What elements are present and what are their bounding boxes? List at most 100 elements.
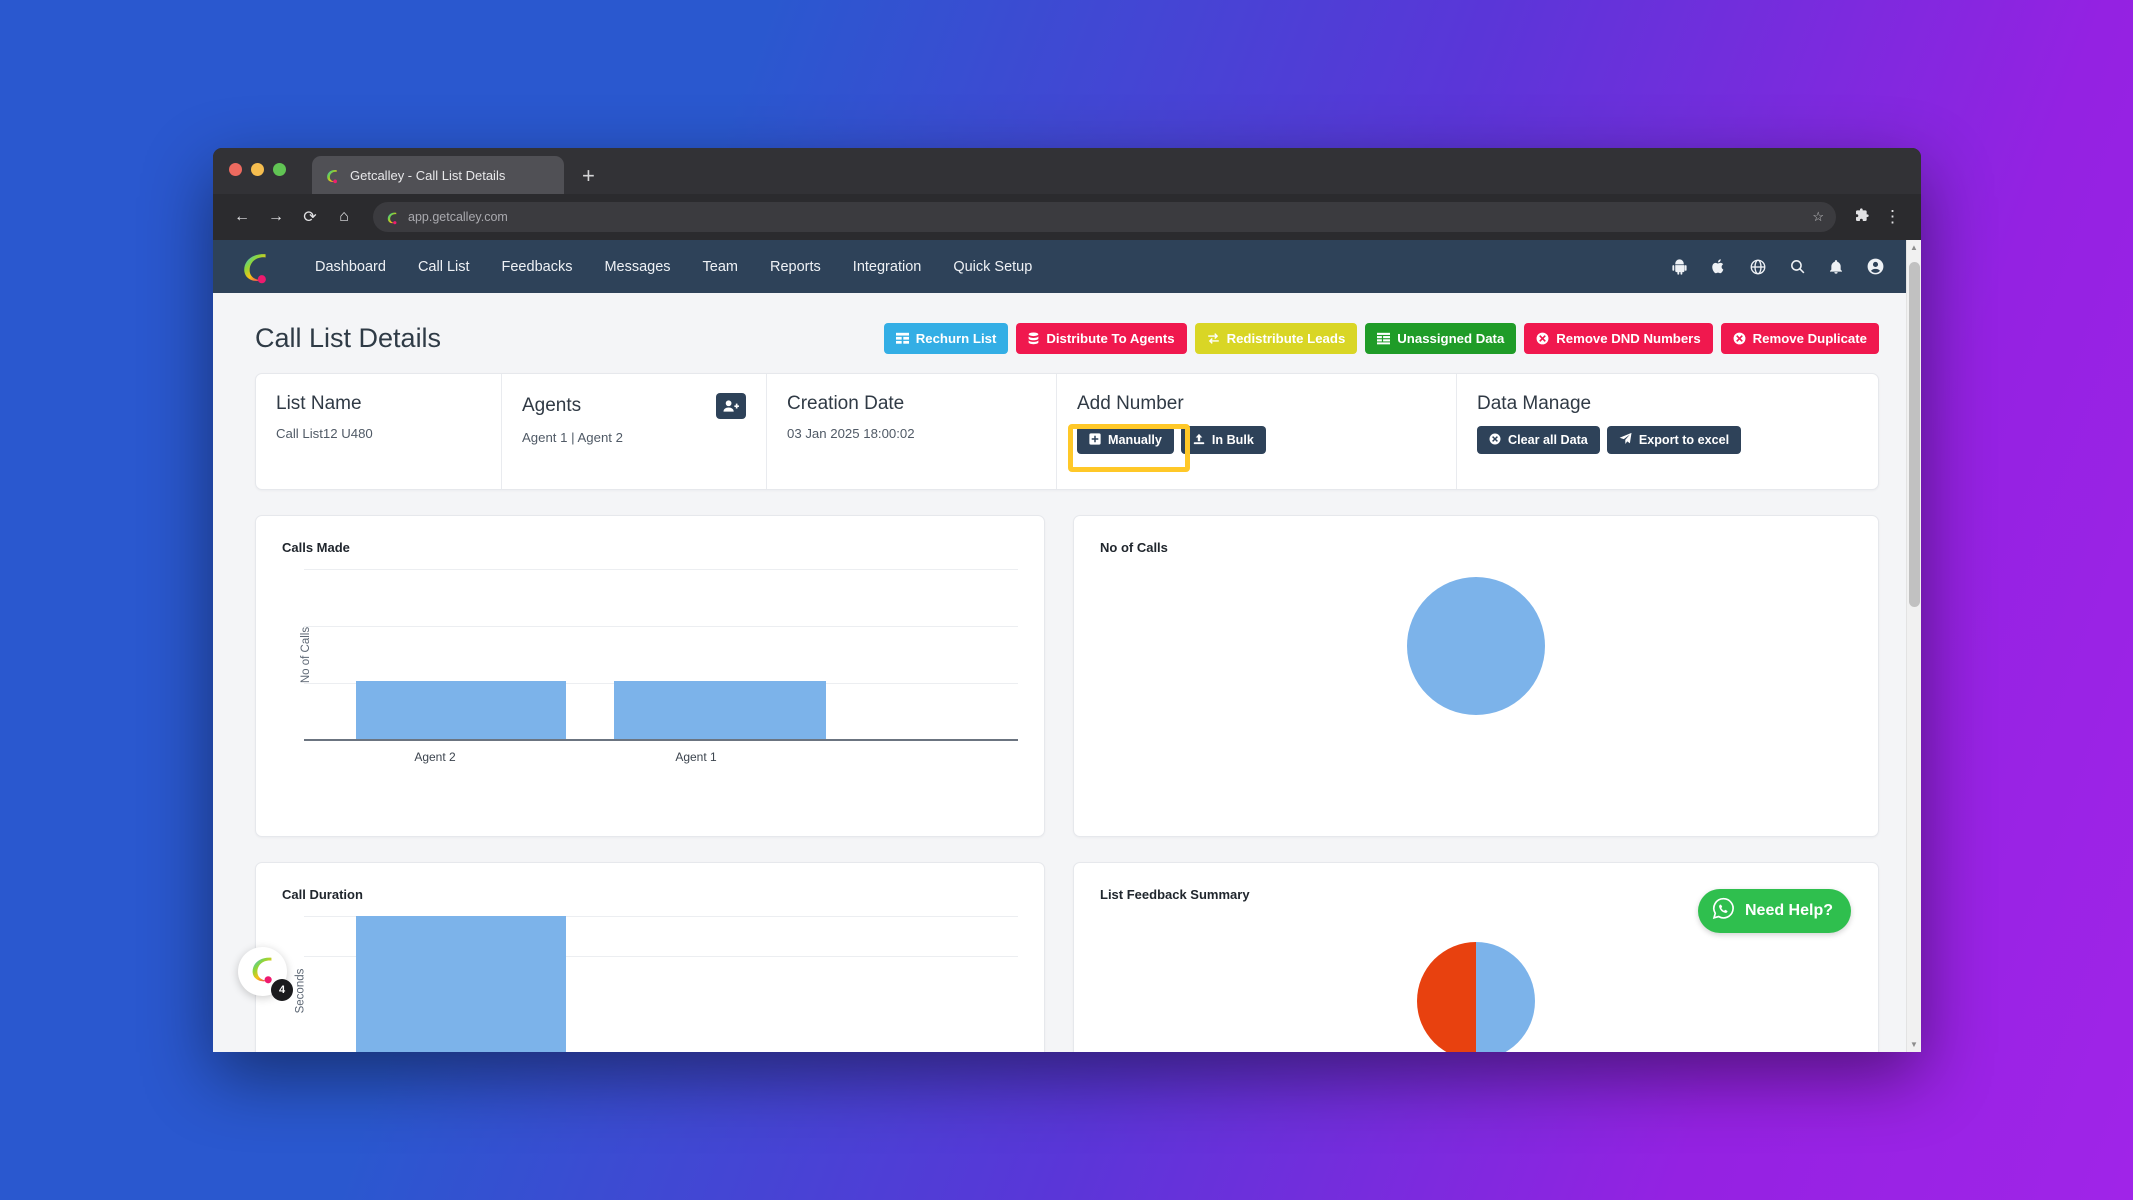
getcalley-favicon-icon [324, 167, 341, 184]
app-navbar: Dashboard Call List Feedbacks Messages T… [213, 240, 1921, 293]
nav-item-team[interactable]: Team [687, 259, 754, 275]
search-icon[interactable] [1789, 258, 1806, 275]
creation-date-title: Creation Date [787, 393, 905, 414]
unassigned-data-button[interactable]: Unassigned Data [1365, 323, 1517, 354]
home-button[interactable]: ⌂ [329, 202, 359, 232]
call-duration-grid [304, 916, 1018, 1052]
bookmark-star-icon[interactable]: ☆ [1812, 209, 1824, 225]
browser-tab[interactable]: Getcalley - Call List Details [312, 156, 564, 194]
app-logo-icon[interactable] [239, 250, 273, 284]
nav-item-feedbacks[interactable]: Feedbacks [486, 259, 589, 275]
page-content: Call List Details Rechurn List Distribut… [213, 293, 1921, 1052]
scrollbar-thumb[interactable] [1909, 262, 1920, 607]
browser-tab-strip: Getcalley - Call List Details + [213, 148, 1921, 194]
gridline [304, 626, 1018, 627]
nav-item-call-list[interactable]: Call List [402, 259, 486, 275]
account-icon[interactable] [1866, 257, 1885, 276]
reload-button[interactable]: ⟳ [295, 202, 325, 232]
list-icon [1377, 332, 1391, 345]
add-user-icon[interactable] [716, 393, 746, 419]
agents-title-row: Agents [522, 393, 746, 419]
agents-value: Agent 1 | Agent 2 [522, 430, 623, 445]
list-feedback-summary-pie [1417, 942, 1535, 1052]
forward-button[interactable]: → [261, 202, 291, 232]
nav-item-integration[interactable]: Integration [837, 259, 938, 275]
rechurn-list-button[interactable]: Rechurn List [883, 323, 1009, 354]
close-window-button[interactable] [229, 163, 242, 176]
info-card-strip: List Name Call List12 U480 Agents Agent … [255, 373, 1879, 490]
unassigned-data-label: Unassigned Data [1397, 331, 1505, 346]
upload-icon [1193, 433, 1205, 448]
page-viewport: Dashboard Call List Feedbacks Messages T… [213, 240, 1921, 1052]
data-manage-buttons: Clear all Data Export to excel [1477, 426, 1858, 454]
back-button[interactable]: ← [227, 202, 257, 232]
remove-circle-icon [1733, 332, 1746, 345]
list-feedback-summary-card: List Feedback Summary Need Help? [1073, 862, 1879, 1052]
remove-dnd-numbers-button[interactable]: Remove DND Numbers [1524, 323, 1713, 354]
scroll-up-arrow-icon[interactable]: ▲ [1907, 240, 1921, 255]
clear-all-data-label: Clear all Data [1508, 433, 1588, 447]
new-tab-button[interactable]: + [582, 165, 595, 187]
page-scrollbar[interactable]: ▲ ▼ [1906, 240, 1921, 1052]
calls-made-plot: No of Calls [282, 569, 1018, 741]
page-title: Call List Details [255, 323, 442, 353]
remove-duplicate-button[interactable]: Remove Duplicate [1720, 323, 1879, 354]
globe-icon[interactable] [1749, 258, 1767, 276]
data-manage-card: Data Manage Clear all Data Export to exc… [1457, 374, 1878, 489]
table-icon [895, 332, 909, 345]
export-to-excel-button[interactable]: Export to excel [1606, 426, 1742, 454]
android-icon[interactable] [1671, 258, 1688, 275]
add-in-bulk-label: In Bulk [1211, 433, 1254, 447]
bar-agent-2 [356, 681, 566, 739]
exchange-icon [1207, 332, 1220, 345]
bell-icon[interactable] [1828, 259, 1844, 275]
creation-date-card: Creation Date 03 Jan 2025 18:00:02 [767, 374, 1057, 489]
app-nav-icons [1671, 257, 1895, 276]
browser-window: Getcalley - Call List Details + ← → ⟳ ⌂ [213, 148, 1921, 1052]
page-action-buttons: Rechurn List Distribute To Agents Redist… [883, 323, 1879, 354]
extensions-icon[interactable] [1846, 207, 1878, 227]
bar-agent-2 [356, 916, 566, 1052]
redistribute-leads-button[interactable]: Redistribute Leads [1194, 323, 1358, 354]
distribute-to-agents-button[interactable]: Distribute To Agents [1016, 323, 1187, 354]
add-number-buttons: Manually In Bulk [1077, 426, 1436, 454]
agents-title: Agents [522, 395, 582, 416]
chat-launcher-button[interactable]: 4 [238, 947, 293, 1001]
nav-item-messages[interactable]: Messages [588, 259, 686, 275]
scroll-down-arrow-icon[interactable]: ▼ [1907, 1037, 1921, 1052]
gridline [304, 569, 1018, 570]
database-icon [1028, 332, 1039, 345]
call-duration-plot: Seconds [282, 916, 1018, 1052]
apple-icon[interactable] [1710, 258, 1727, 275]
add-number-card: Add Number Manually In Bulk [1057, 374, 1457, 489]
clear-all-data-button[interactable]: Clear all Data [1477, 426, 1600, 454]
browser-toolbar: ← → ⟳ ⌂ app.getcalley.com ☆ ⋮ [213, 194, 1921, 240]
add-number-title: Add Number [1077, 393, 1184, 414]
browser-tab-title: Getcalley - Call List Details [350, 167, 506, 183]
site-favicon-icon [385, 210, 400, 225]
remove-duplicate-label: Remove Duplicate [1752, 331, 1867, 346]
nav-item-dashboard[interactable]: Dashboard [299, 259, 402, 275]
calls-made-grid [304, 569, 1018, 741]
calls-made-chart-card: Calls Made No of Calls Agent 2 Agent 1 [255, 515, 1045, 837]
remove-dnd-numbers-label: Remove DND Numbers [1556, 331, 1701, 346]
browser-menu-button[interactable]: ⋮ [1882, 207, 1907, 227]
add-manually-button[interactable]: Manually [1077, 426, 1174, 454]
nav-item-reports[interactable]: Reports [754, 259, 837, 275]
no-of-calls-chart-card: No of Calls [1073, 515, 1879, 837]
x-tick-agent-1: Agent 1 [675, 750, 717, 764]
charts-row-top: Calls Made No of Calls Agent 2 Agent 1 N… [255, 515, 1879, 837]
call-duration-chart-title: Call Duration [282, 887, 363, 902]
need-help-button[interactable]: Need Help? [1697, 889, 1851, 933]
no-of-calls-chart-title: No of Calls [1100, 540, 1168, 555]
address-bar[interactable]: app.getcalley.com ☆ [373, 202, 1836, 232]
add-in-bulk-button[interactable]: In Bulk [1180, 426, 1266, 454]
page-header-row: Call List Details Rechurn List Distribut… [245, 293, 1889, 354]
data-manage-title: Data Manage [1477, 393, 1592, 414]
list-name-title: List Name [276, 393, 362, 414]
minimize-window-button[interactable] [251, 163, 264, 176]
maximize-window-button[interactable] [273, 163, 286, 176]
remove-circle-icon [1536, 332, 1549, 345]
nav-item-quick-setup[interactable]: Quick Setup [937, 259, 1048, 275]
window-controls[interactable] [229, 163, 286, 176]
